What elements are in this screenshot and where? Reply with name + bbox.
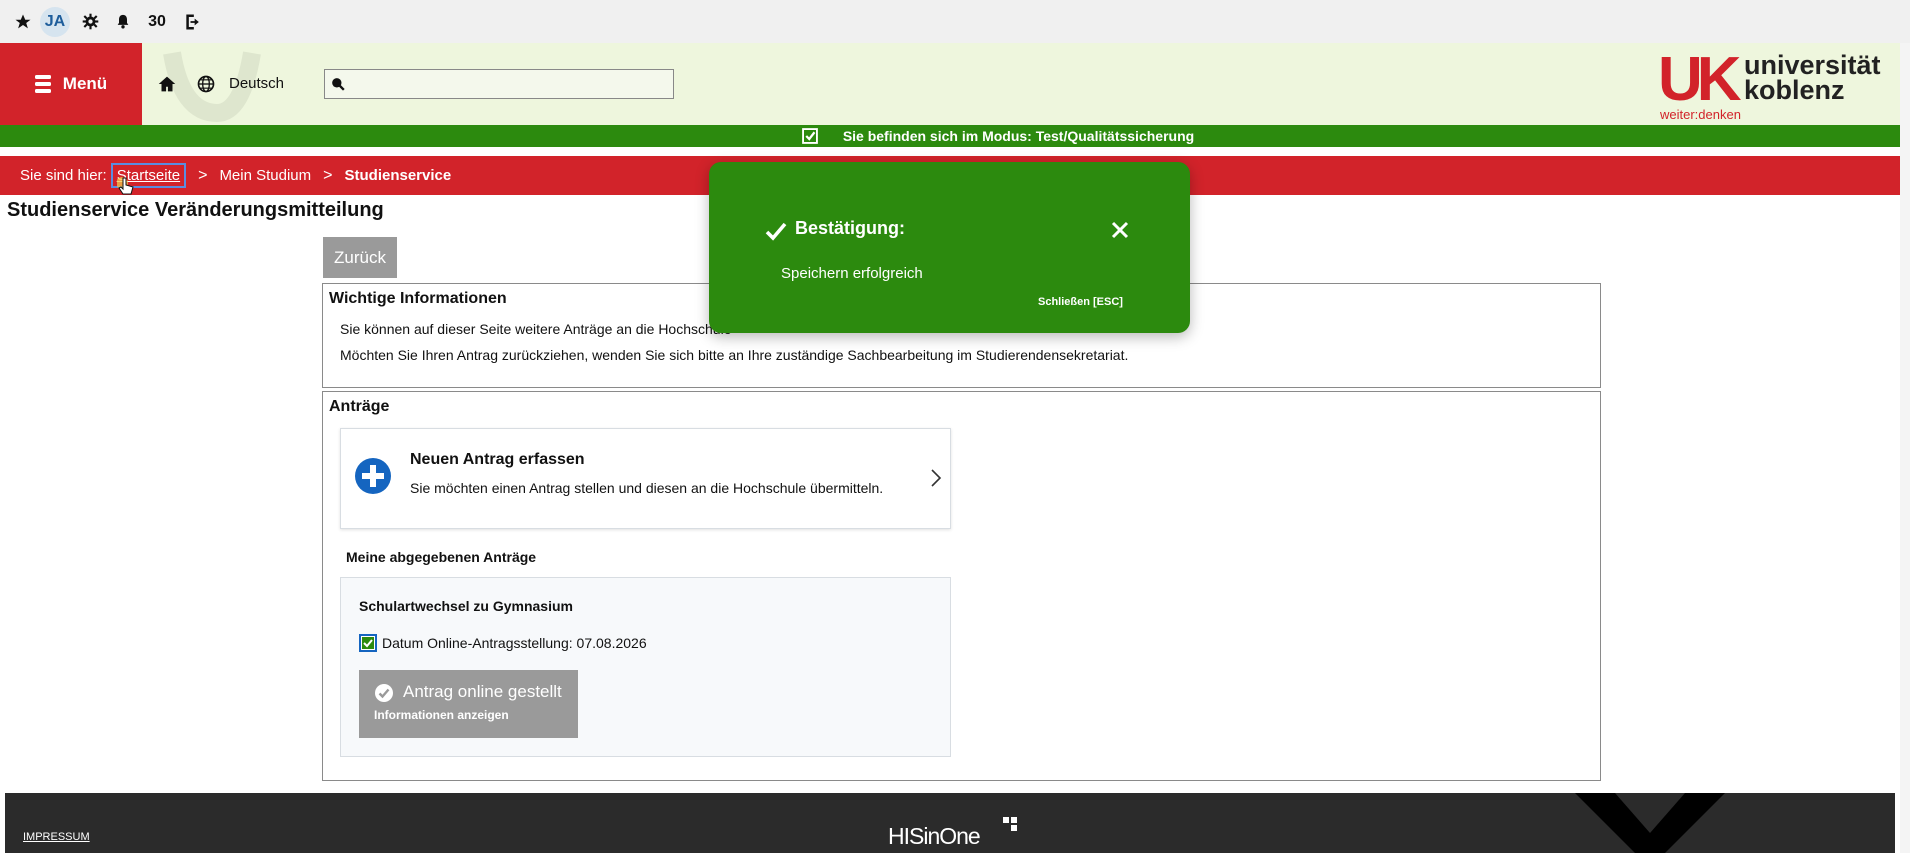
search-box[interactable] [324,69,674,99]
application-date: Datum Online-Antragsstellung: 07.08.2026 [382,635,647,651]
close-icon[interactable] [1109,219,1131,241]
new-application-card[interactable]: Neuen Antrag erfassen Sie möchten einen … [340,428,951,529]
logo-dots-icon [1003,817,1017,831]
breadcrumb-prefix: Sie sind hier: [20,167,107,184]
page-title: Studienservice Veränderungsmitteilung [7,199,384,221]
applications-panel: Anträge Neuen Antrag erfassen Sie möchte… [322,391,1601,781]
hisinone-logo: HISinOne [888,823,981,849]
globe-icon[interactable] [196,74,218,96]
menu-button[interactable]: Menü [0,43,142,125]
gear-icon[interactable] [72,0,108,43]
hand-cursor-icon [117,177,134,195]
bell-icon[interactable] [108,0,138,43]
confirmation-toast: Bestätigung: Speichern erfolgreich Schli… [709,162,1190,333]
footer-decoration [1575,793,1725,853]
my-applications-title: Meine abgegebenen Anträge [346,549,537,565]
home-icon[interactable] [156,73,178,95]
plus-circle-icon [355,458,391,494]
notification-count[interactable]: 30 [138,0,176,43]
chevron-right-icon: > [198,166,208,184]
checkbox-checked-icon [359,634,377,652]
submitted-application-card: Schulartwechsel zu Gymnasium Datum Onlin… [340,577,951,757]
logo-tagline: weiter:denken [1660,107,1741,122]
logo-mark: UK [1658,45,1742,114]
checkbox-icon [801,128,818,144]
search-icon [332,78,345,91]
back-button[interactable]: Zurück [323,237,397,278]
avatar-initials: JA [40,6,70,37]
impressum-link[interactable]: IMPRESSUM [23,831,90,843]
checkmark-icon [765,222,787,241]
check-circle-icon [375,684,393,702]
toast-message: Speichern erfolgreich [781,265,923,282]
site-header: Menü Deutsch UK universität koblenz weit… [0,43,1910,125]
breadcrumb-item-current: Studienservice [344,167,452,184]
application-status-label: Antrag online gestellt [403,682,562,701]
scrollbar[interactable] [1900,43,1910,853]
application-status-sub: Informationen anzeigen [374,708,509,722]
star-icon[interactable] [8,0,38,43]
logo-line2: koblenz [1744,75,1845,105]
top-toolbar: JA 30 [0,0,1910,43]
hamburger-icon [34,75,51,93]
menu-label: Menü [62,74,108,93]
toast-close-button[interactable]: Schließen [ESC] [1038,296,1123,308]
chevron-right-icon: > [323,166,333,184]
logout-icon[interactable] [176,0,210,43]
new-application-title: Neuen Antrag erfassen [410,451,585,468]
test-mode-text: Sie befinden sich im Modus: Test/Qualitä… [842,128,1195,144]
logo-wordmark: universität koblenz [1744,52,1881,105]
application-status-button[interactable]: Antrag online gestellt Informationen anz… [359,670,578,738]
new-application-subtitle: Sie möchten einen Antrag stellen und die… [410,480,884,496]
breadcrumb-item-mein-studium[interactable]: Mein Studium [219,167,311,184]
info-text-line2: Möchten Sie Ihren Antrag zurückziehen, w… [340,347,1129,363]
site-footer: IMPRESSUM HISinOne [5,793,1895,853]
chevron-right-icon [931,469,942,487]
toast-title: Bestätigung: [795,218,905,238]
info-text-line1: Sie können auf dieser Seite weitere Antr… [340,321,732,337]
avatar[interactable]: JA [38,0,72,43]
language-selector[interactable]: Deutsch [229,75,284,92]
info-panel-title: Wichtige Informationen [329,290,507,307]
test-mode-bar: Sie befinden sich im Modus: Test/Qualitä… [0,125,1900,147]
applications-panel-title: Anträge [329,398,390,415]
application-title: Schulartwechsel zu Gymnasium [359,598,573,614]
search-input[interactable] [351,71,661,97]
university-logo[interactable]: UK universität koblenz weiter:denken [1658,45,1898,123]
